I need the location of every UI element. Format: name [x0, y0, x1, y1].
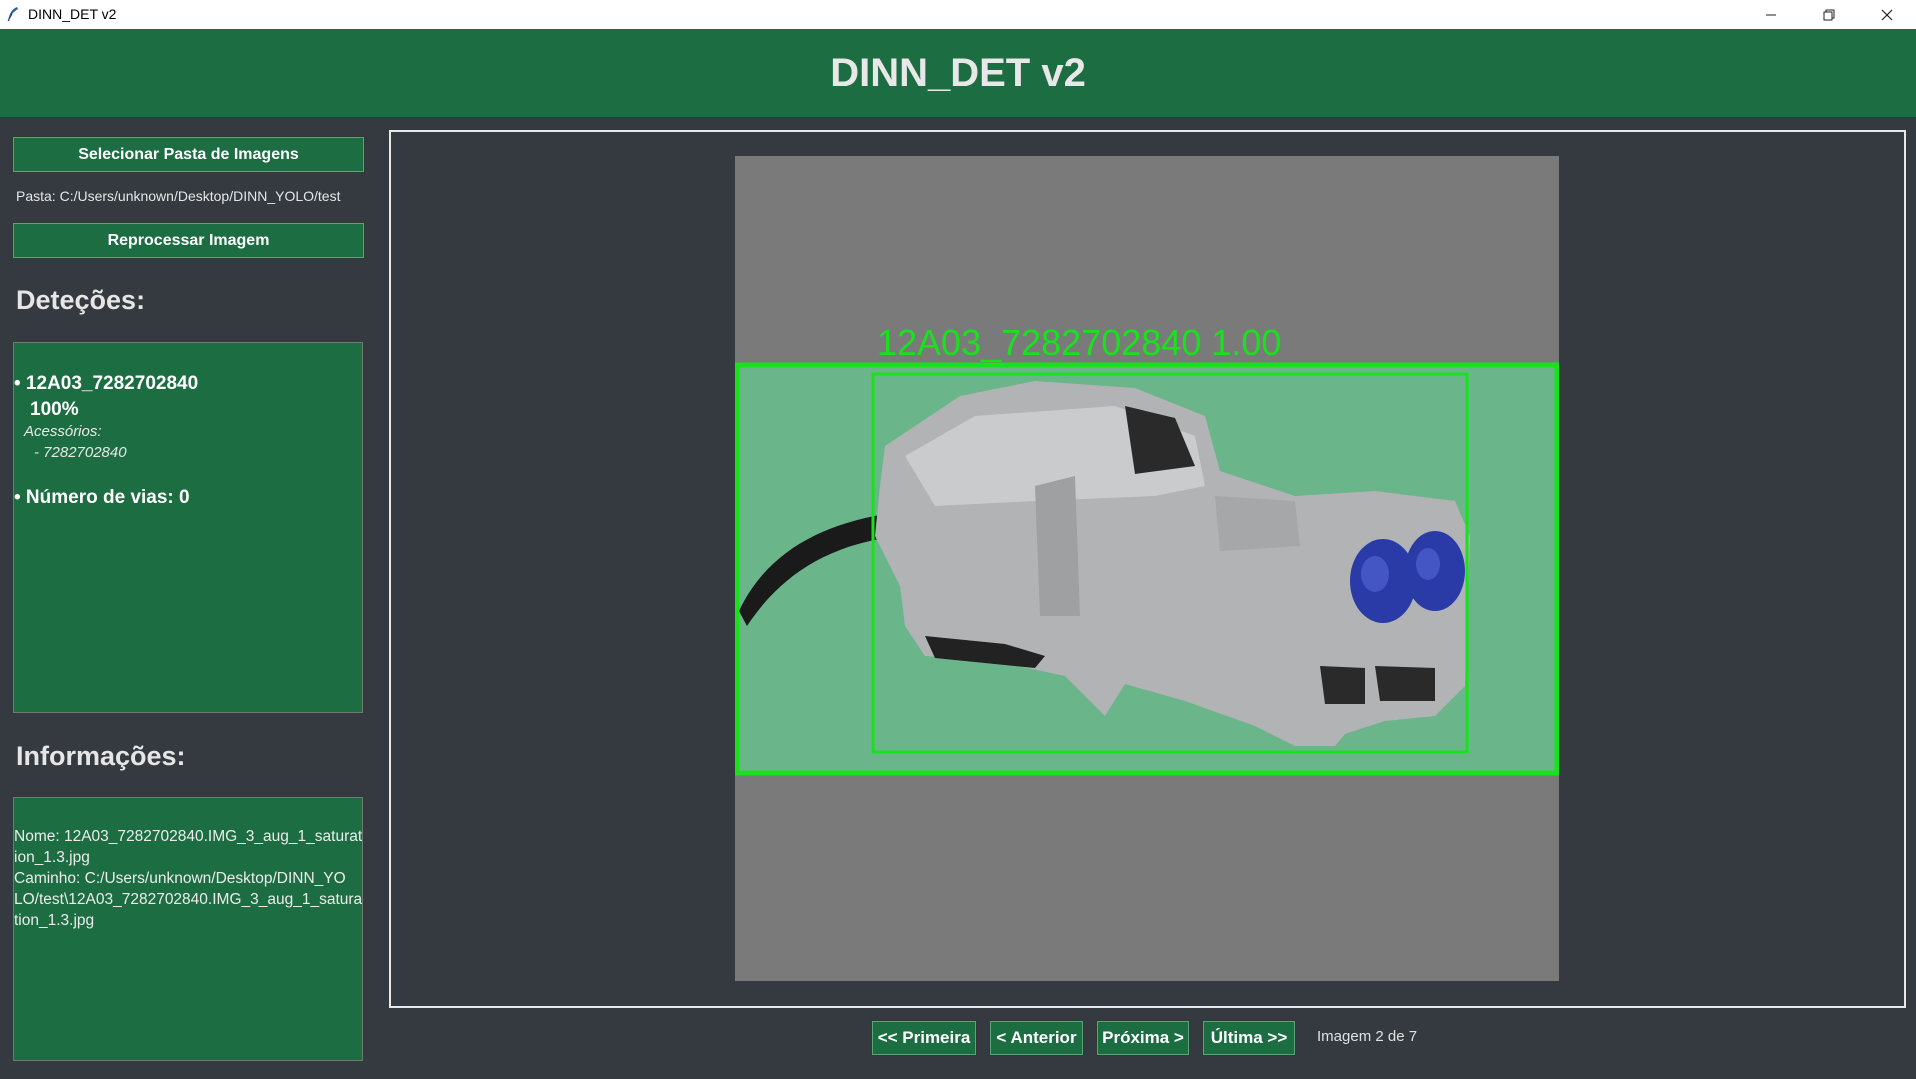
previous-image-button[interactable]: < Anterior	[989, 1020, 1084, 1056]
number-of-ways: • Número de vias: 0	[14, 487, 190, 508]
bounding-box-label: 12A03_7282702840 1.00	[877, 322, 1282, 363]
image-counter: Imagem 2 de 7	[1317, 1028, 1418, 1045]
window-title: DINN_DET v2	[28, 6, 117, 22]
info-panel: Nome: 12A03_7282702840.IMG_3_aug_1_satur…	[13, 797, 363, 1061]
detection-confidence: 100%	[30, 399, 79, 420]
reprocess-image-button[interactable]: Reprocessar Imagem	[12, 222, 365, 259]
restore-icon	[1823, 9, 1835, 20]
info-line: Caminho: C:/Users/unknown/Desktop/DINN_Y…	[14, 870, 346, 887]
minimize-icon	[1766, 14, 1776, 15]
feather-icon	[7, 7, 18, 22]
detection-image	[735, 156, 1559, 981]
accessories-label: Acessórios:	[24, 423, 102, 440]
last-image-button[interactable]: Última >>	[1202, 1020, 1296, 1056]
app-title: DINN_DET v2	[830, 51, 1086, 95]
app-header: DINN_DET v2	[0, 29, 1916, 117]
next-image-button[interactable]: Próxima >	[1096, 1020, 1190, 1056]
detections-panel: • 12A03_7282702840 100% Acessórios: - 72…	[13, 342, 363, 713]
info-line: LO/test\12A03_7282702840.IMG_3_aug_1_sat…	[14, 891, 363, 908]
first-image-button[interactable]: << Primeira	[871, 1020, 977, 1056]
image-canvas: 12A03_7282702840 1.00	[735, 156, 1559, 981]
restore-button[interactable]	[1800, 0, 1858, 29]
window-titlebar: DINN_DET v2	[0, 0, 1916, 30]
info-line: Nome: 12A03_7282702840.IMG_3_aug_1_satur…	[14, 828, 363, 845]
close-button[interactable]	[1858, 0, 1916, 29]
detection-class-name: • 12A03_7282702840	[14, 373, 199, 394]
info-line: ion_1.3.jpg	[14, 849, 90, 866]
detections-title: Deteções:	[16, 285, 146, 315]
accessory-item: - 7282702840	[34, 444, 127, 461]
select-folder-button[interactable]: Selecionar Pasta de Imagens	[12, 136, 365, 173]
close-icon	[1881, 9, 1893, 20]
folder-path-label: Pasta: C:/Users/unknown/Desktop/DINN_YOL…	[16, 188, 341, 204]
info-title: Informações:	[16, 741, 186, 771]
info-line: tion_1.3.jpg	[14, 912, 95, 929]
minimize-button[interactable]	[1742, 0, 1800, 29]
